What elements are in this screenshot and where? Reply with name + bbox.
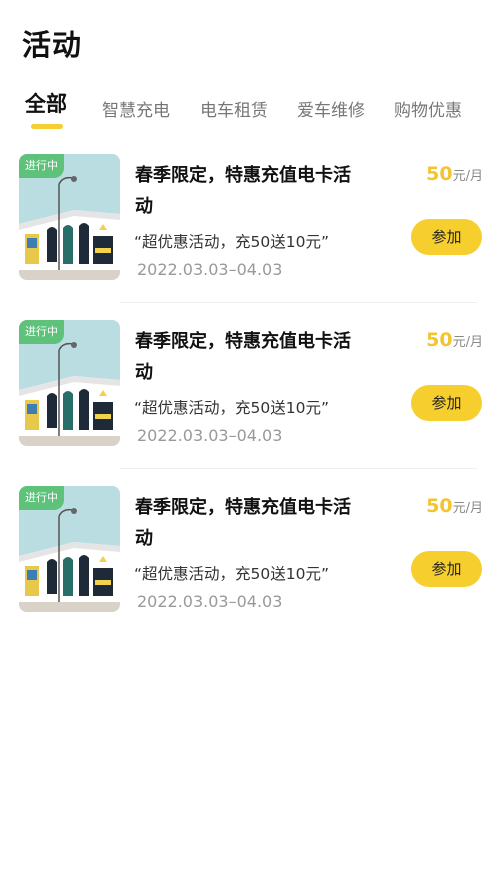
activity-price: 50元/月: [426, 329, 483, 351]
activity-card[interactable]: 进行中 春季限定，特惠充值电卡活动 “超优惠活动，充50送10元” 2022.0…: [0, 320, 497, 486]
activity-date: 2022.03.03–04.03: [137, 426, 283, 445]
activity-quote: “超优惠活动，充50送10元”: [134, 233, 330, 251]
join-button[interactable]: 参加: [411, 551, 482, 587]
activity-title: 春季限定，特惠充值电卡活动: [135, 497, 351, 549]
tab-car-repair[interactable]: 爱车维修: [297, 96, 365, 121]
page-title: 活动: [22, 28, 83, 62]
tab-shopping-deals[interactable]: 购物优惠: [394, 96, 462, 121]
activity-image: 进行中: [19, 320, 120, 446]
price-amount: 50: [426, 329, 453, 351]
active-tab-indicator: [31, 124, 63, 129]
activity-image: 进行中: [19, 154, 120, 280]
price-unit: 元/月: [452, 335, 483, 350]
activity-card[interactable]: 进行中 春季限定，特惠充值电卡活动 “超优惠活动，充50送10元” 2022.0…: [0, 154, 497, 320]
price-amount: 50: [426, 495, 453, 517]
activity-quote: “超优惠活动，充50送10元”: [134, 565, 330, 583]
activity-price: 50元/月: [426, 163, 483, 185]
activity-image: 进行中: [19, 486, 120, 612]
activity-quote: “超优惠活动，充50送10元”: [134, 399, 330, 417]
join-button[interactable]: 参加: [411, 385, 482, 421]
activity-date: 2022.03.03–04.03: [137, 260, 283, 279]
status-badge: 进行中: [19, 486, 64, 510]
price-unit: 元/月: [452, 501, 483, 516]
tab-smart-charging[interactable]: 智慧充电: [102, 96, 170, 121]
activity-list: 进行中 春季限定，特惠充值电卡活动 “超优惠活动，充50送10元” 2022.0…: [0, 154, 497, 652]
activity-card[interactable]: 进行中 春季限定，特惠充值电卡活动 “超优惠活动，充50送10元” 2022.0…: [0, 486, 497, 652]
activity-title: 春季限定，特惠充值电卡活动: [135, 331, 351, 383]
tab-ev-rental[interactable]: 电车租赁: [200, 96, 268, 121]
divider: [120, 468, 477, 469]
category-tabs: 全部 智慧充电 电车租赁 爱车维修 购物优惠: [0, 90, 497, 134]
activity-date: 2022.03.03–04.03: [137, 592, 283, 611]
divider: [120, 302, 477, 303]
status-badge: 进行中: [19, 320, 64, 344]
price-unit: 元/月: [452, 169, 483, 184]
tab-all[interactable]: 全部: [25, 88, 67, 118]
activity-title: 春季限定，特惠充值电卡活动: [135, 165, 351, 217]
price-amount: 50: [426, 163, 453, 185]
status-badge: 进行中: [19, 154, 64, 178]
activity-price: 50元/月: [426, 495, 483, 517]
activities-page: 活动 全部 智慧充电 电车租赁 爱车维修 购物优惠 进行中 春季限定，特惠充值电…: [0, 0, 497, 883]
join-button[interactable]: 参加: [411, 219, 482, 255]
